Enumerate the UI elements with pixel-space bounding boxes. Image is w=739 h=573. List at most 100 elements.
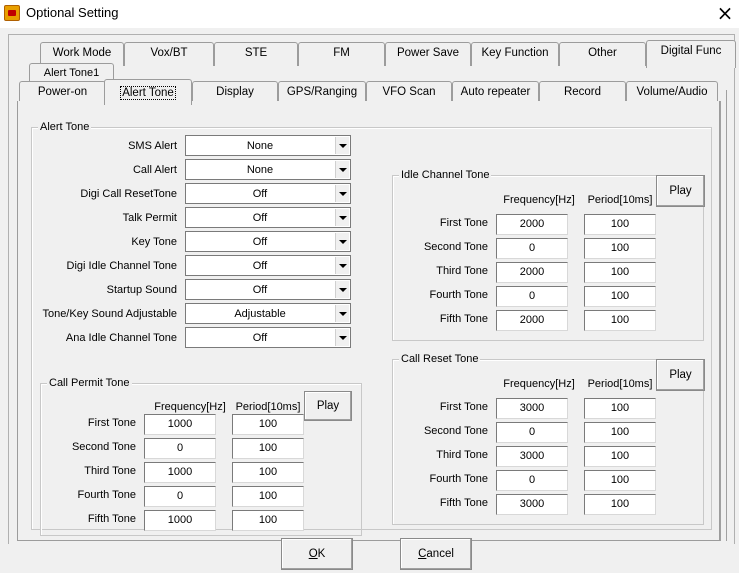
digi-idle-channel-tone-select[interactable]: Off [185,255,351,276]
chevron-down-icon[interactable] [335,305,349,322]
period-input[interactable]: 100 [584,214,656,235]
idle-channel-play-button[interactable]: Play [656,175,705,207]
digi-call-reset-tone-select[interactable]: Off [185,183,351,204]
frame-shadow [726,90,727,541]
tone-label: First Tone [439,401,488,413]
period-header: Period[10ms] [587,194,653,206]
tone-label: Third Tone [436,265,488,277]
tone-key-sound-adjustable-select[interactable]: Adjustable [185,303,351,324]
tab-digital-func[interactable]: Digital Func [646,40,736,68]
chevron-down-icon[interactable] [335,233,349,250]
period-input[interactable]: 100 [232,414,304,435]
period-input[interactable]: 100 [584,422,656,443]
alert-tone-group-title: Alert Tone [38,121,92,133]
tone-label: Second Tone [423,425,488,437]
frequency-input[interactable]: 3000 [496,398,568,419]
select-value: Off [252,188,268,200]
tone-label: Fifth Tone [439,313,488,325]
call-reset-play-button[interactable]: Play [656,359,705,391]
frequency-input[interactable]: 2000 [496,310,568,331]
key-tone-select[interactable]: Off [185,231,351,252]
frequency-input[interactable]: 0 [144,438,216,459]
tab-ste[interactable]: STE [214,42,298,66]
startup-sound-select[interactable]: Off [185,279,351,300]
select-value: Off [252,260,268,272]
chevron-down-icon[interactable] [335,257,349,274]
chevron-down-icon[interactable] [335,281,349,298]
frequency-input[interactable]: 1000 [144,414,216,435]
tab-label: Power Save [396,47,459,59]
frequency-input[interactable]: 1000 [144,510,216,531]
period-input[interactable]: 100 [232,438,304,459]
period-input[interactable]: 100 [584,494,656,515]
tone-label: Fifth Tone [439,497,488,509]
select-value: Off [252,332,268,344]
tab-label: Vox/BT [150,47,188,59]
talk-permit-label: Talk Permit [122,212,177,224]
digi-idle-channel-tone-label: Digi Idle Channel Tone [66,260,177,272]
period-input[interactable]: 100 [232,486,304,507]
period-input[interactable]: 100 [584,310,656,331]
sms-alert-select[interactable]: None [185,135,351,156]
chevron-down-icon[interactable] [335,209,349,226]
frequency-input[interactable]: 2000 [496,262,568,283]
idle-channel-tone-title: Idle Channel Tone [399,169,492,181]
period-input[interactable]: 100 [584,238,656,259]
frequency-input[interactable]: 0 [144,486,216,507]
period-input[interactable]: 100 [232,462,304,483]
period-input[interactable]: 100 [584,398,656,419]
tab-label: Display [216,86,254,98]
cancel-button[interactable]: Cancel [400,538,472,570]
ok-button-mnemonic: O [308,548,318,560]
tab-label: Digital Func [660,45,722,57]
tab-key-function[interactable]: Key Function [471,42,559,66]
tab-power-save[interactable]: Power Save [385,42,471,66]
tab-fm[interactable]: FM [298,42,385,66]
call-permit-tone-title: Call Permit Tone [47,377,132,389]
period-input[interactable]: 100 [584,286,656,307]
call-alert-select[interactable]: None [185,159,351,180]
period-input[interactable]: 100 [584,262,656,283]
tone-key-sound-adjustable-label: Tone/Key Sound Adjustable [42,308,177,320]
chevron-down-icon[interactable] [335,185,349,202]
chevron-down-icon[interactable] [335,137,349,154]
tab-label: Volume/Audio [636,86,708,98]
frequency-input[interactable]: 3000 [496,494,568,515]
tab-alert-tone[interactable]: Alert Tone [104,79,192,105]
period-input[interactable]: 100 [584,470,656,491]
frequency-input[interactable]: 1000 [144,462,216,483]
ana-idle-channel-tone-select[interactable]: Off [185,327,351,348]
tab-label: Auto repeater [460,86,531,98]
chevron-down-icon[interactable] [335,329,349,346]
tone-label: Fourth Tone [429,473,488,485]
tone-label: First Tone [87,417,136,429]
select-value: None [246,164,274,176]
tone-label: First Tone [439,217,488,229]
tab-label: GPS/Ranging [286,86,358,98]
chevron-down-icon[interactable] [335,161,349,178]
frequency-input[interactable]: 2000 [496,214,568,235]
tone-label: Third Tone [84,465,136,477]
frequency-input[interactable]: 0 [496,470,568,491]
period-input[interactable]: 100 [584,446,656,467]
call-alert-label: Call Alert [132,164,177,176]
frequency-input[interactable]: 3000 [496,446,568,467]
tab-label: Record [563,86,602,98]
select-value: None [246,140,274,152]
tab-vox-bt[interactable]: Vox/BT [124,42,214,66]
talk-permit-select[interactable]: Off [185,207,351,228]
select-value: Off [252,284,268,296]
frequency-input[interactable]: 0 [496,422,568,443]
frequency-input[interactable]: 0 [496,238,568,259]
ok-button[interactable]: OK [281,538,353,570]
call-permit-play-button[interactable]: Play [304,391,352,421]
cancel-button-label: ancel [426,548,454,560]
frequency-input[interactable]: 0 [496,286,568,307]
tab-alert-tone1[interactable]: Alert Tone1 [29,63,114,83]
period-input[interactable]: 100 [232,510,304,531]
close-icon[interactable]: × [714,3,736,23]
tab-other[interactable]: Other [559,42,646,66]
select-value: Off [252,236,268,248]
ok-button-label: K [317,548,326,560]
tone-label: Fifth Tone [87,513,136,525]
